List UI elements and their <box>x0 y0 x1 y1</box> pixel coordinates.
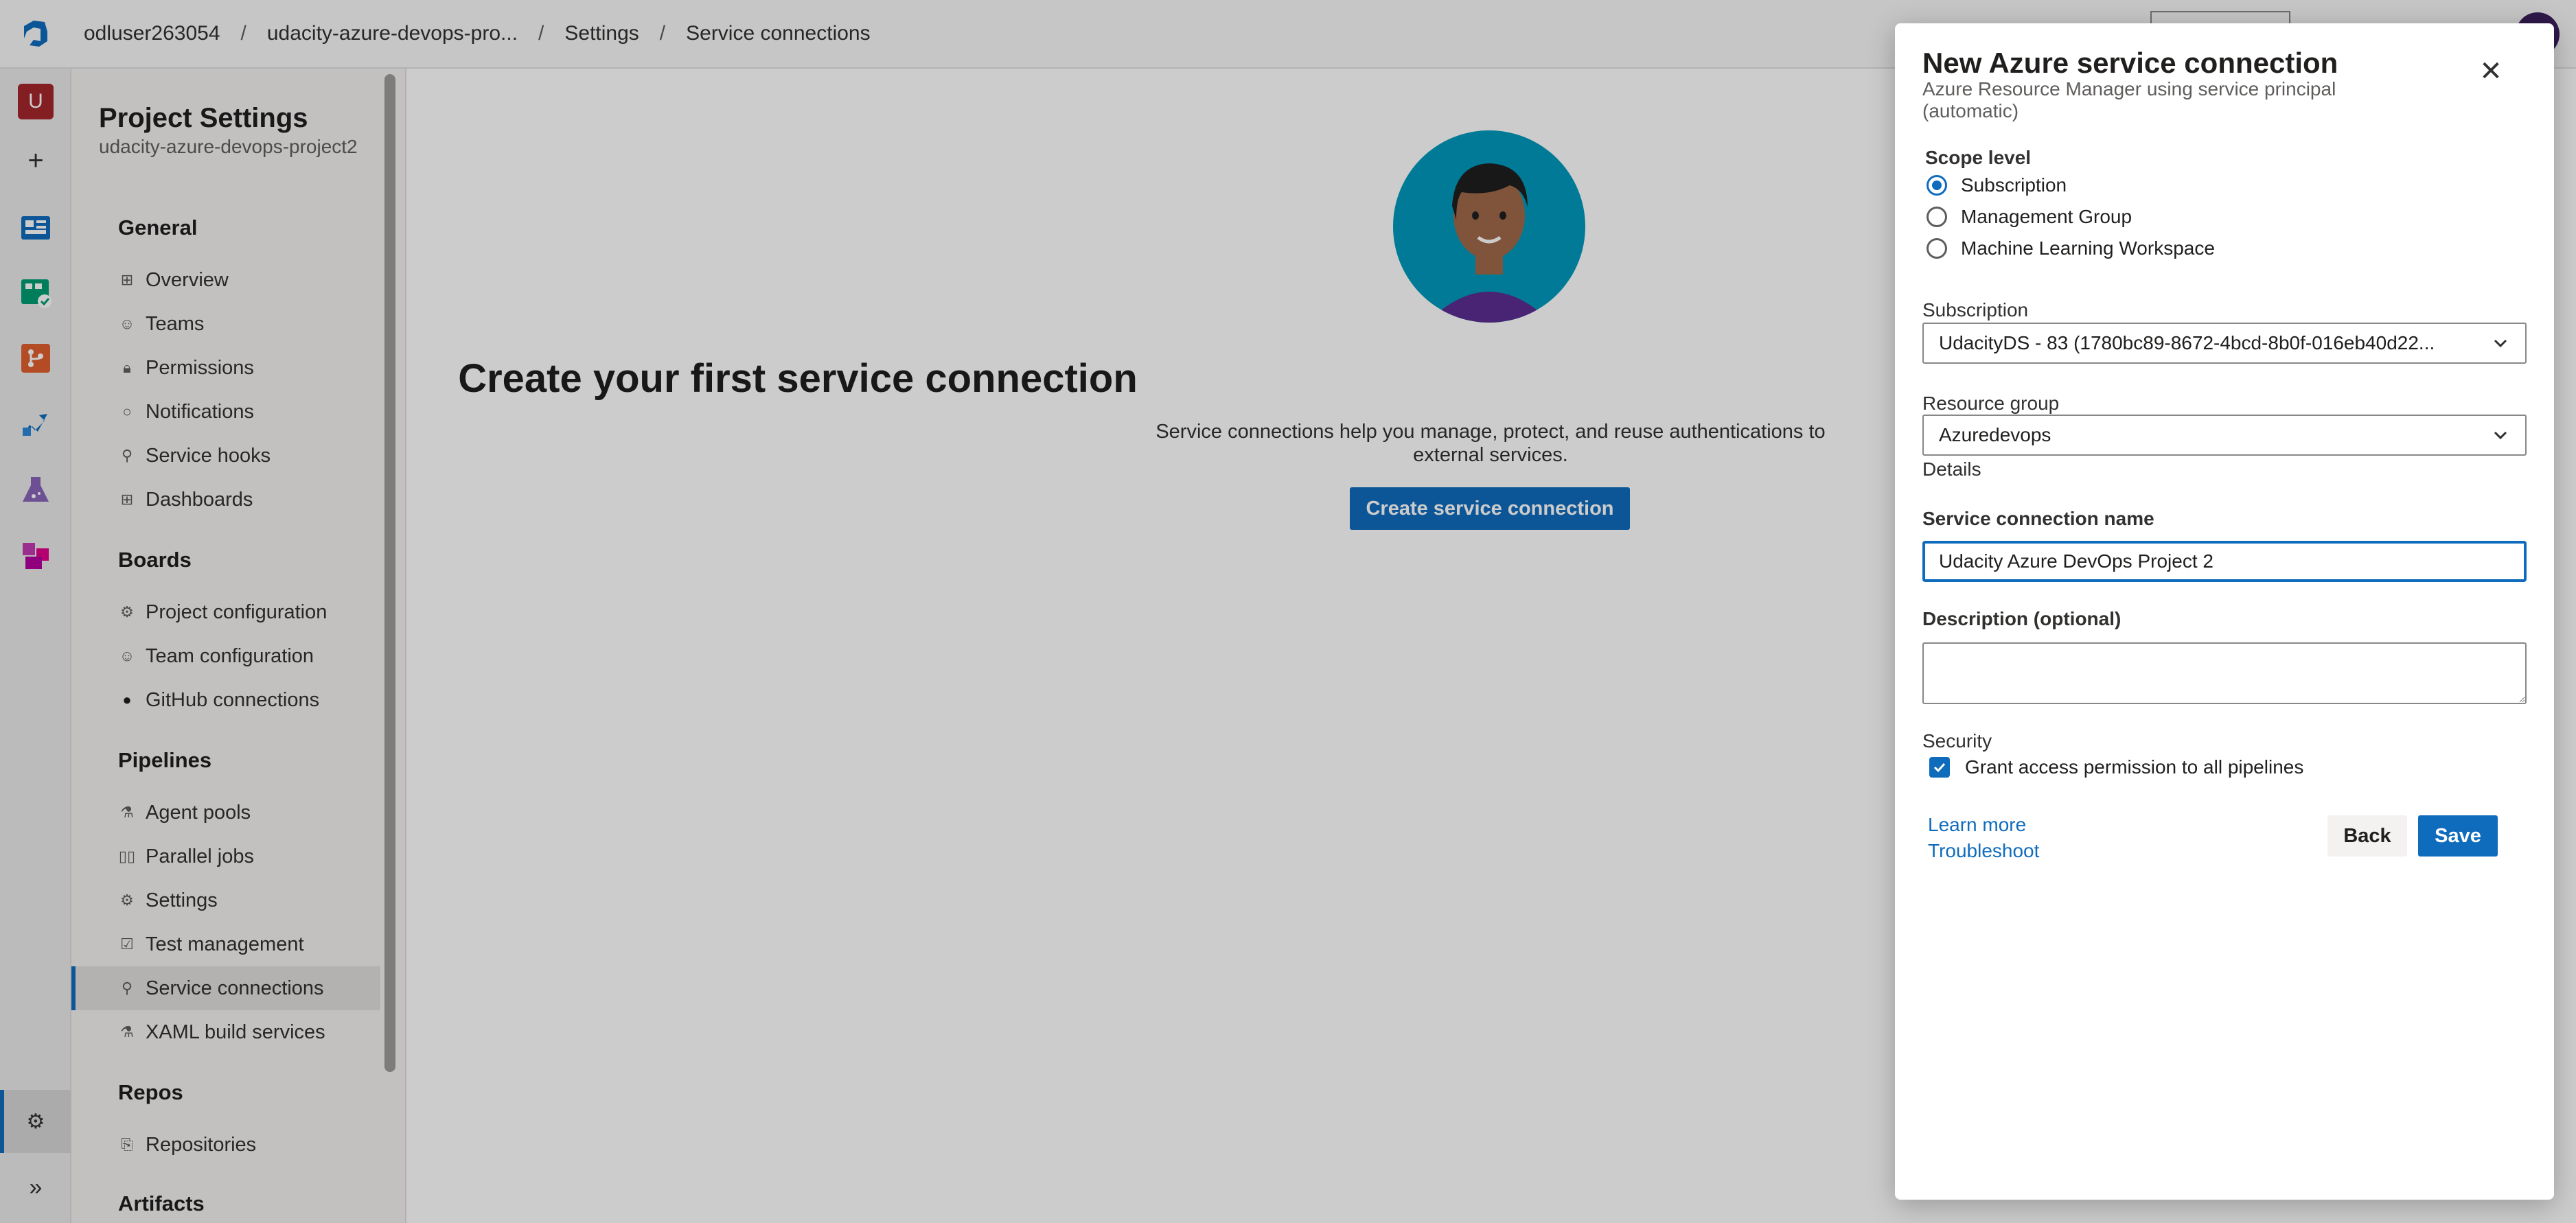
description-label: Description (optional) <box>1922 608 2121 629</box>
radio-label: Management Group <box>1961 206 2132 227</box>
radio-label: Machine Learning Workspace <box>1961 237 2215 259</box>
details-label: Details <box>1922 458 1981 480</box>
panel-subtitle: Azure Resource Manager using service pri… <box>1922 78 2336 121</box>
radio-management-group[interactable]: Management Group <box>1927 206 2132 228</box>
radio-subscription[interactable]: Subscription <box>1927 174 2067 196</box>
new-service-connection-panel: New Azure service connection Azure Resou… <box>1895 23 2554 1200</box>
radio-label: Subscription <box>1961 174 2067 196</box>
grant-access-checkbox[interactable]: Grant access permission to all pipelines <box>1929 756 2303 778</box>
learn-more-link[interactable]: Learn more <box>1928 814 2026 836</box>
connection-name-label: Service connection name <box>1922 508 2154 529</box>
resource-group-value: Azuredevops <box>1939 424 2051 445</box>
service-connection-name-input[interactable] <box>1922 541 2527 582</box>
chevron-down-icon <box>2494 339 2507 348</box>
subscription-select[interactable]: UdacityDS - 83 (1780bc89-8672-4bcd-8b0f-… <box>1922 323 2527 364</box>
troubleshoot-link[interactable]: Troubleshoot <box>1928 840 2039 862</box>
grant-access-label: Grant access permission to all pipelines <box>1965 756 2304 778</box>
radio-indicator <box>1927 207 1947 227</box>
back-button[interactable]: Back <box>2327 815 2407 857</box>
description-textarea[interactable] <box>1922 642 2527 704</box>
checkmark-icon <box>1929 757 1950 778</box>
panel-title: New Azure service connection <box>1922 47 2338 79</box>
app-root: odluser263054 / udacity-azure-devops-pro… <box>0 0 2576 1223</box>
scope-level-label: Scope level <box>1925 147 2032 168</box>
security-label: Security <box>1922 730 1992 752</box>
radio-indicator <box>1927 238 1947 259</box>
radio-indicator <box>1927 175 1947 196</box>
chevron-down-icon <box>2494 431 2507 440</box>
close-icon[interactable]: ✕ <box>2476 58 2506 88</box>
resource-group-select[interactable]: Azuredevops <box>1922 415 2527 456</box>
subscription-value: UdacityDS - 83 (1780bc89-8672-4bcd-8b0f-… <box>1939 332 2435 353</box>
resource-group-label: Resource group <box>1922 393 2060 414</box>
subscription-label: Subscription <box>1922 299 2029 321</box>
radio-ml-workspace[interactable]: Machine Learning Workspace <box>1927 237 2215 259</box>
save-button[interactable]: Save <box>2418 815 2498 857</box>
